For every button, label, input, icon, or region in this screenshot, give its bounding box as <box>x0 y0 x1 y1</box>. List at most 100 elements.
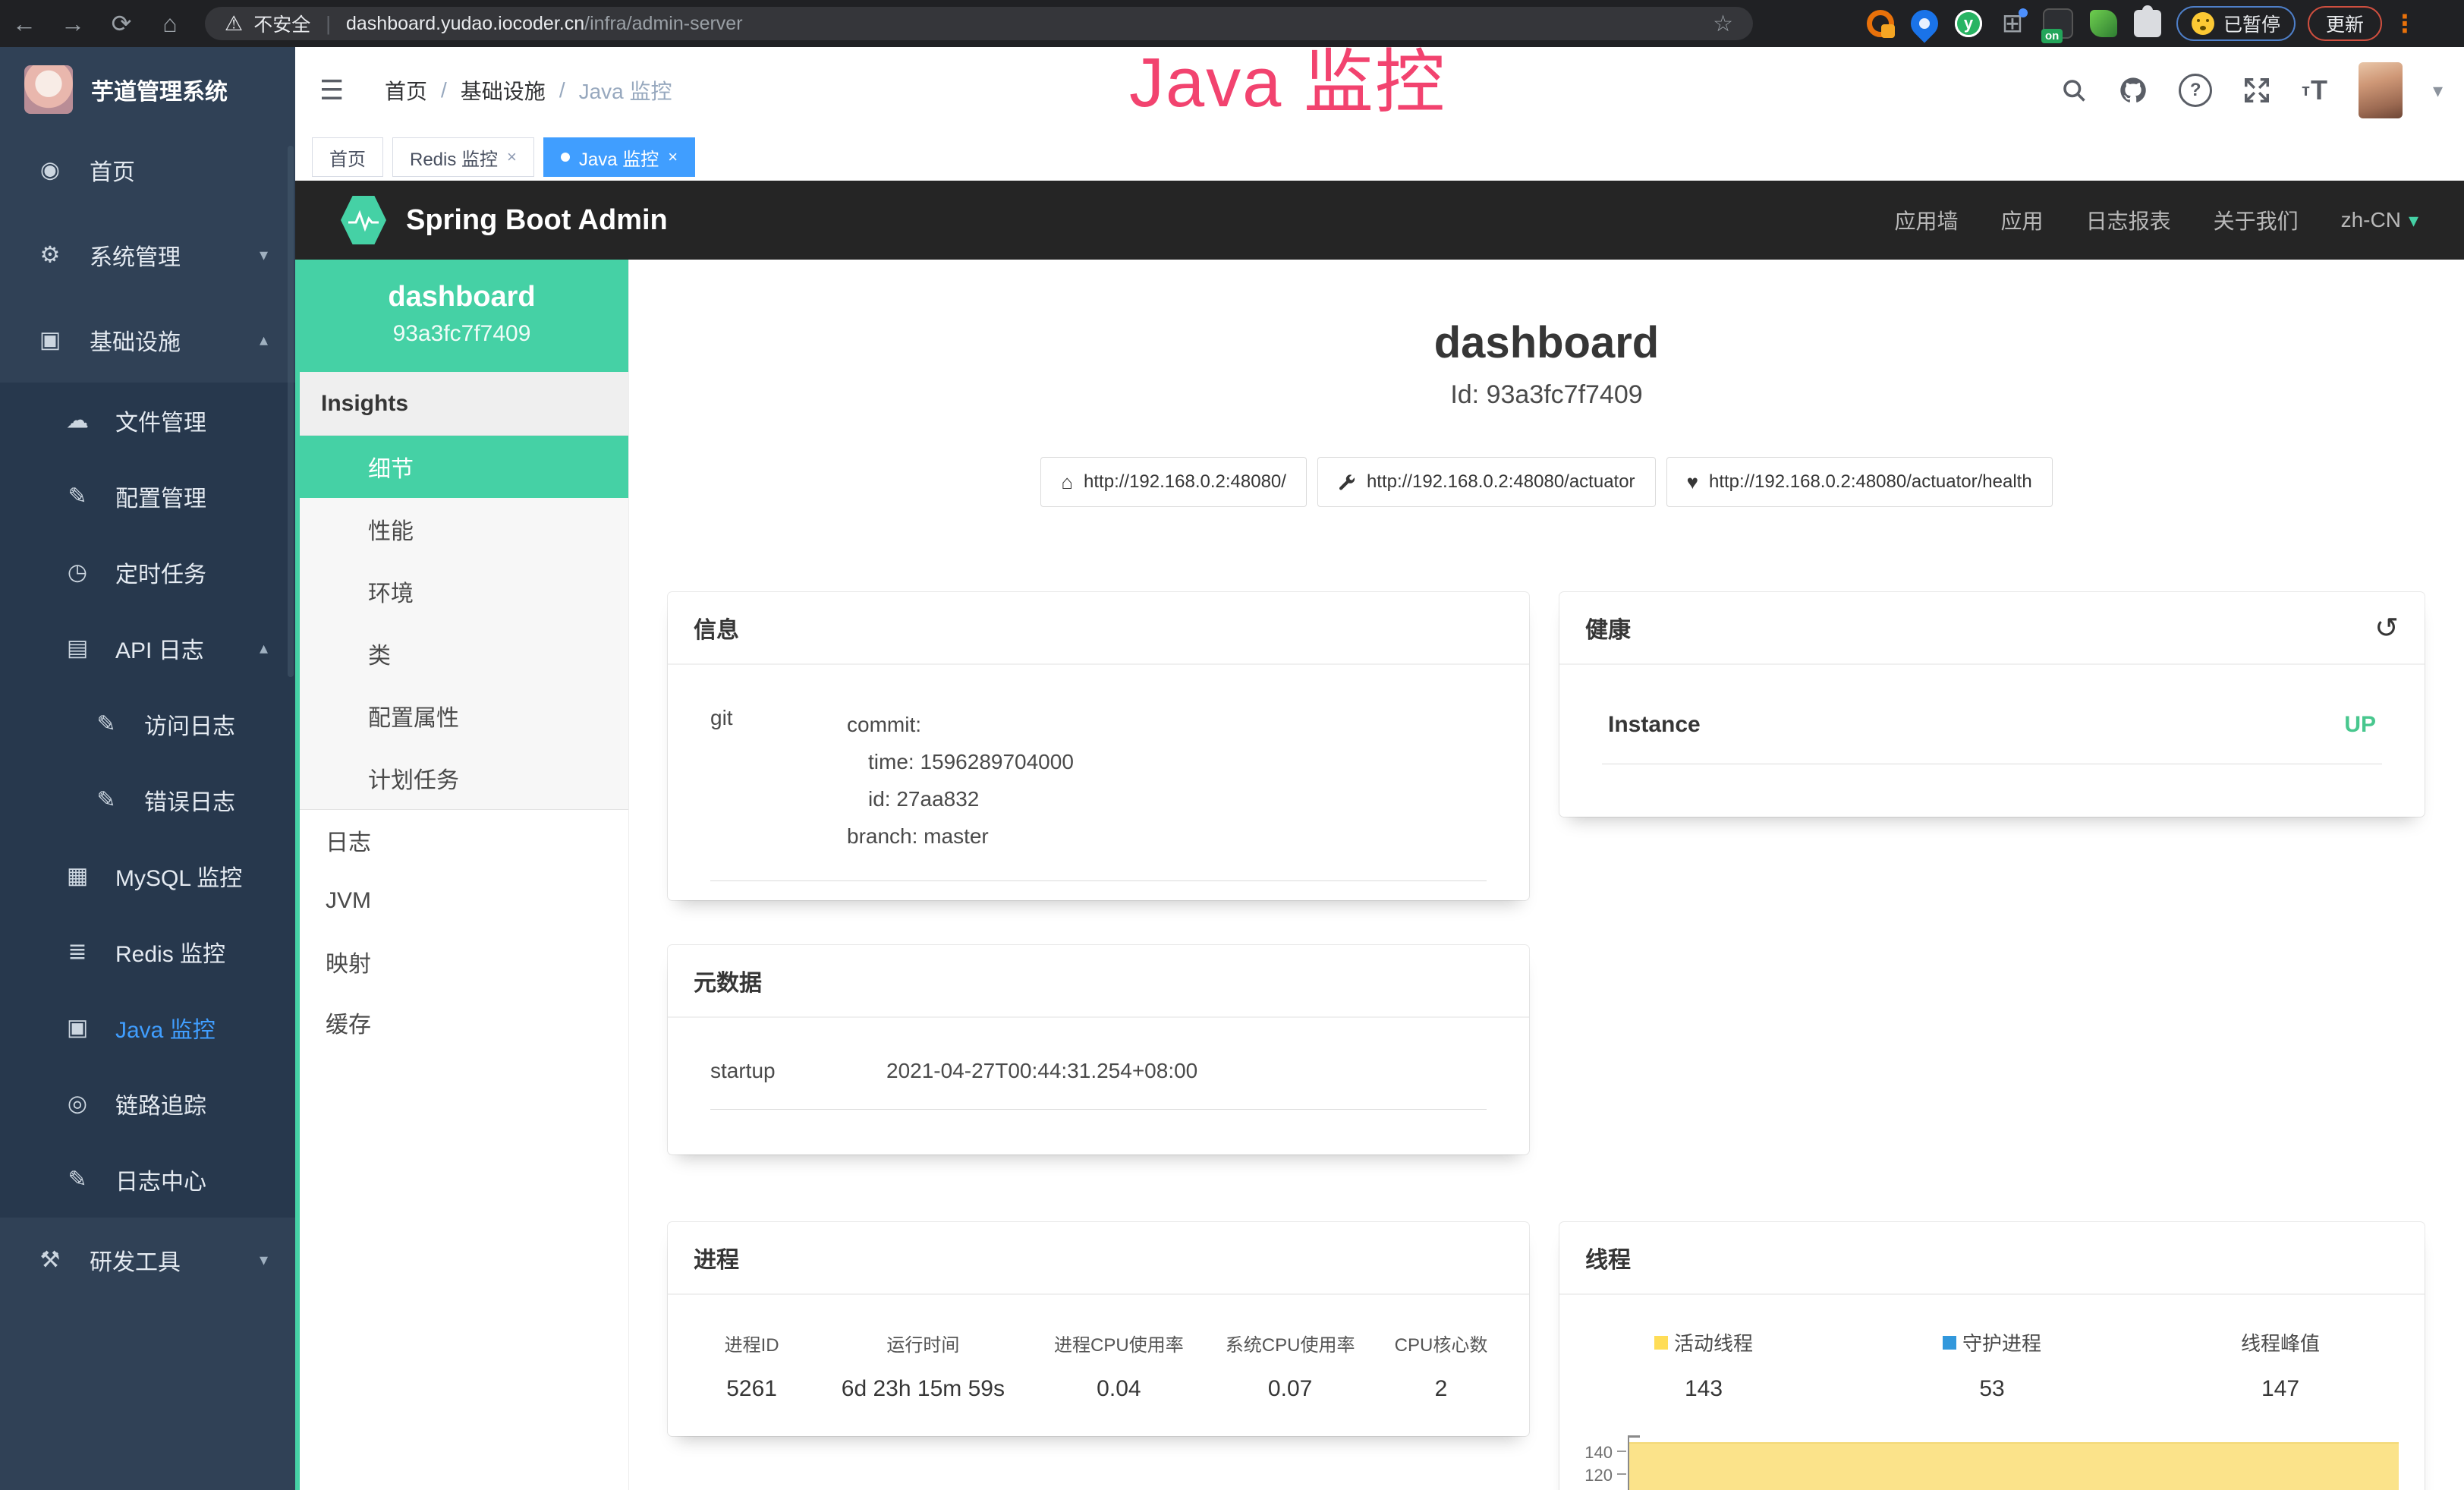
instance-header[interactable]: dashboard 93a3fc7f7409 <box>295 260 628 372</box>
sba-nav-journal[interactable]: 日志报表 <box>2086 205 2171 235</box>
sidebar-item-tracing[interactable]: ◎ 链路追踪 <box>0 1066 295 1142</box>
extension-leaf-icon[interactable] <box>2090 10 2117 37</box>
extension-grid-icon[interactable]: ⊞ <box>1999 10 2026 37</box>
sba-menu-logs[interactable]: 日志 <box>295 810 628 871</box>
sidebar-item-api-log[interactable]: ▤ API 日志 ▴ <box>0 610 295 686</box>
breadcrumb-home[interactable]: 首页 <box>385 75 427 106</box>
actuator-url-button[interactable]: http://192.168.0.2:48080/actuator <box>1317 457 1656 507</box>
chevron-down-icon: ▾ <box>260 1250 268 1270</box>
extension-pin-icon[interactable] <box>1905 5 1944 43</box>
monitor-chart-icon: ▣ <box>33 327 67 354</box>
sba-menu-configprops[interactable]: 配置属性 <box>295 685 628 747</box>
sba-logo-icon[interactable] <box>341 196 386 244</box>
sba-menu-classes[interactable]: 类 <box>295 622 628 685</box>
edit-icon: ✎ <box>90 711 123 738</box>
home-icon[interactable]: ⌂ <box>146 0 194 47</box>
sidebar-toggle-icon[interactable]: ☰ <box>319 74 344 106</box>
sidebar-item-infra[interactable]: ▣ 基础设施 ▴ <box>0 298 295 383</box>
y-tick-120: 120 <box>1570 1466 1613 1485</box>
back-icon[interactable]: ← <box>0 0 49 47</box>
health-instance-row[interactable]: Instance UP <box>1559 665 2425 738</box>
extension-on-icon[interactable] <box>2043 8 2073 39</box>
tab-home[interactable]: 首页 <box>312 137 383 177</box>
reload-icon[interactable]: ⟳ <box>97 0 146 47</box>
sba-nav-links: 应用墙 应用 日志报表 关于我们 zh-CN ▾ <box>1895 205 2418 235</box>
database-icon: ▦ <box>61 863 94 890</box>
sidebar-item-access-log[interactable]: ✎ 访问日志 <box>0 686 295 762</box>
sidebar-item-file[interactable]: ☁ 文件管理 <box>0 383 295 458</box>
sidebar-item-job[interactable]: ◷ 定时任务 <box>0 534 295 610</box>
sba-nav-about[interactable]: 关于我们 <box>2214 205 2299 235</box>
sidebar-item-system[interactable]: ⚙ 系统管理 ▾ <box>0 213 295 298</box>
app-logo-row[interactable]: 芋道管理系统 <box>0 47 295 128</box>
update-button[interactable]: 更新 <box>2308 6 2382 41</box>
health-url-button[interactable]: ♥ http://192.168.0.2:48080/actuator/heal… <box>1666 457 2053 507</box>
health-instance-label: Instance <box>1608 712 1701 738</box>
history-icon[interactable]: ↺ <box>2374 611 2399 645</box>
font-size-icon[interactable]: тT <box>2302 74 2328 106</box>
sba-menu-jvm[interactable]: JVM <box>295 871 628 931</box>
git-info-row: git commit: time: 1596289704000 id: 27aa… <box>668 665 1529 855</box>
github-icon[interactable] <box>2118 75 2148 106</box>
fullscreen-icon[interactable] <box>2242 76 2271 105</box>
sba-menu-metrics[interactable]: 性能 <box>295 498 628 560</box>
address-divider: | <box>326 12 331 36</box>
not-secure-warning-icon[interactable]: ⚠ <box>225 12 243 36</box>
help-icon[interactable]: ? <box>2179 74 2212 107</box>
live-threads-area-series <box>1629 1442 2399 1490</box>
bookmark-star-icon[interactable]: ☆ <box>1713 11 1733 37</box>
legend-yellow-swatch <box>1654 1336 1668 1350</box>
breadcrumb: 首页 / 基础设施 / Java 监控 <box>385 47 672 134</box>
sidebar-item-java-monitor[interactable]: ▣ Java 监控 <box>0 990 295 1066</box>
metadata-value: 2021-04-27T00:44:31.254+08:00 <box>886 1059 1197 1083</box>
tab-java-monitor[interactable]: Java 监控 × <box>543 137 695 177</box>
sba-menu-mappings[interactable]: 映射 <box>295 931 628 992</box>
avatar-caret-icon[interactable]: ▾ <box>2433 79 2443 102</box>
sidebar-item-devtools[interactable]: ⚒ 研发工具 ▾ <box>0 1218 295 1303</box>
close-icon[interactable]: × <box>668 147 678 167</box>
app-sidebar: 芋道管理系统 ◉ 首页 ⚙ 系统管理 ▾ ▣ 基础设施 ▴ ☁ 文件管理 ✎ 配… <box>0 47 295 1490</box>
tab-redis-monitor[interactable]: Redis 监控 × <box>392 137 534 177</box>
sba-menu-details[interactable]: 细节 <box>295 436 628 498</box>
sba-main-content: dashboard Id: 93a3fc7f7409 ⌂ http://192.… <box>629 260 2464 1490</box>
sidebar-item-home[interactable]: ◉ 首页 <box>0 128 295 213</box>
sba-nav-wallboard[interactable]: 应用墙 <box>1895 205 1959 235</box>
address-bar[interactable]: ⚠ 不安全 | dashboard.yudao.iocoder.cn /infr… <box>205 7 1753 40</box>
page-title: dashboard <box>629 317 2464 368</box>
sba-nav-applications[interactable]: 应用 <box>2001 205 2044 235</box>
active-dot <box>561 153 570 162</box>
divider <box>710 880 1487 881</box>
chevron-up-icon: ▴ <box>260 330 268 350</box>
y-tick-mark <box>1617 1473 1626 1475</box>
process-card-title: 进程 <box>668 1222 1529 1295</box>
paused-badge[interactable]: 已暂停 <box>2176 6 2296 41</box>
extensions-puzzle-icon[interactable] <box>2134 10 2161 37</box>
breadcrumb-infra[interactable]: 基础设施 <box>461 75 546 106</box>
browser-menu-icon[interactable]: ⋮ <box>2393 9 2417 38</box>
sidebar-scrollbar[interactable] <box>288 146 294 677</box>
not-secure-label[interactable]: 不安全 <box>253 10 310 37</box>
extension-y-icon[interactable] <box>1955 10 1982 37</box>
sba-brand-title[interactable]: Spring Boot Admin <box>406 204 668 237</box>
avatar[interactable] <box>2359 62 2403 118</box>
sidebar-item-mysql[interactable]: ▦ MySQL 监控 <box>0 838 295 914</box>
process-table: 进程ID 5261 运行时间 6d 23h 15m 59s 进程CPU使用率 0… <box>668 1295 1529 1402</box>
service-url-button[interactable]: ⌂ http://192.168.0.2:48080/ <box>1040 457 1307 507</box>
sidebar-item-redis[interactable]: ≣ Redis 监控 <box>0 914 295 990</box>
locale-selector[interactable]: zh-CN ▾ <box>2341 208 2418 232</box>
search-icon[interactable] <box>2060 77 2088 104</box>
close-icon[interactable]: × <box>507 147 517 167</box>
sidebar-item-config[interactable]: ✎ 配置管理 <box>0 458 295 534</box>
breadcrumb-current: Java 监控 <box>579 75 672 106</box>
instance-name: dashboard <box>295 281 628 313</box>
sba-menu-caches[interactable]: 缓存 <box>295 992 628 1053</box>
legend-daemon-value: 53 <box>1848 1376 2136 1402</box>
tools-icon: ⚒ <box>33 1247 67 1274</box>
sba-menu-environment[interactable]: 环境 <box>295 560 628 622</box>
process-col-uptime: 运行时间 6d 23h 15m 59s <box>813 1330 1033 1402</box>
sba-menu-scheduled-tasks[interactable]: 计划任务 <box>295 747 628 809</box>
sidebar-item-error-log[interactable]: ✎ 错误日志 <box>0 762 295 838</box>
sidebar-item-log-center[interactable]: ✎ 日志中心 <box>0 1142 295 1218</box>
forward-icon[interactable]: → <box>49 0 97 47</box>
extension-icon-1[interactable] <box>1867 10 1894 37</box>
